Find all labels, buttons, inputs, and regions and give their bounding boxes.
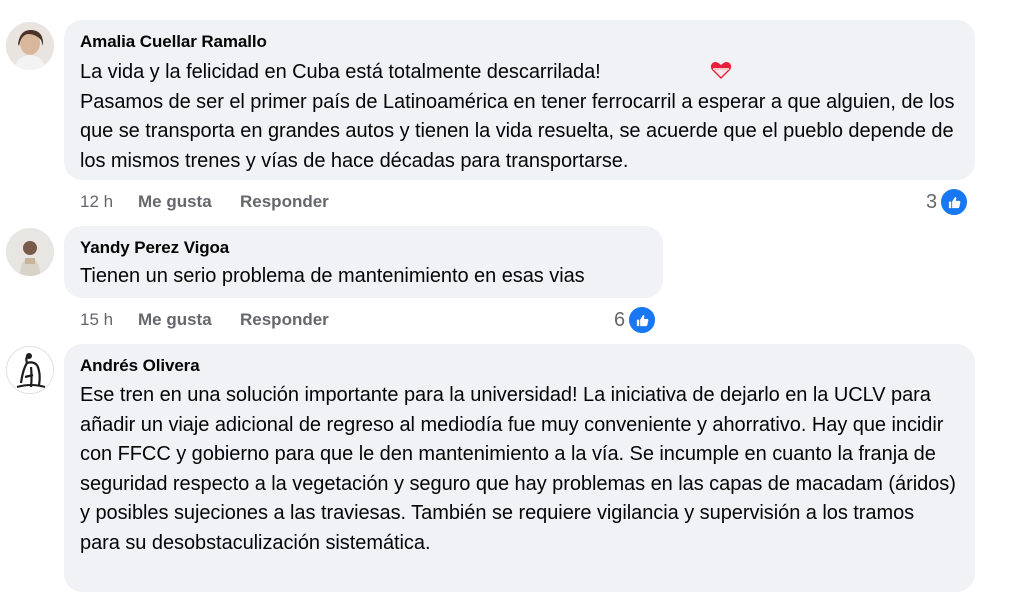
comment-actions: 15 h Me gusta Responder (80, 308, 380, 332)
reaction-summary[interactable]: 3 (926, 187, 970, 217)
avatar-image (7, 347, 53, 393)
reply-button[interactable]: Responder (240, 190, 329, 214)
thumbs-up-icon (627, 305, 658, 335)
reaction-summary[interactable]: 6 (614, 305, 658, 335)
comment-text: La vida y la felicidad en Cuba está tota… (80, 58, 959, 176)
comment-timestamp[interactable]: 12 h (80, 190, 113, 214)
avatar-image (6, 22, 54, 70)
avatar[interactable] (6, 22, 54, 70)
comment-author[interactable]: Amalia Cuellar Ramallo (80, 31, 959, 53)
comment-bubble: Amalia Cuellar Ramallo La vida y la feli… (64, 20, 975, 180)
comment-bubble: Yandy Perez Vigoa Tienen un serio proble… (64, 226, 663, 298)
avatar-image (6, 228, 54, 276)
comment-text: Tienen un serio problema de mantenimient… (80, 265, 585, 287)
thumbs-up-icon (939, 187, 970, 217)
avatar[interactable] (6, 346, 54, 394)
reply-button[interactable]: Responder (240, 308, 329, 332)
comment-text: Ese tren en una solución importante para… (80, 384, 956, 554)
comment-bubble: Andrés Olivera Ese tren en una solución … (64, 344, 975, 592)
comment-timestamp[interactable]: 15 h (80, 308, 113, 332)
like-button[interactable]: Me gusta (138, 308, 212, 332)
like-button[interactable]: Me gusta (138, 190, 212, 214)
comment-author[interactable]: Andrés Olivera (80, 355, 959, 377)
comment-actions: 12 h Me gusta Responder (80, 190, 380, 214)
reaction-count: 6 (614, 308, 626, 331)
avatar[interactable] (6, 228, 54, 276)
heart-emoji-icon (709, 58, 733, 87)
comment-author[interactable]: Yandy Perez Vigoa (80, 237, 647, 259)
comment-text-body: La vida y la felicidad en Cuba está tota… (80, 61, 955, 172)
reaction-count: 3 (926, 190, 938, 213)
